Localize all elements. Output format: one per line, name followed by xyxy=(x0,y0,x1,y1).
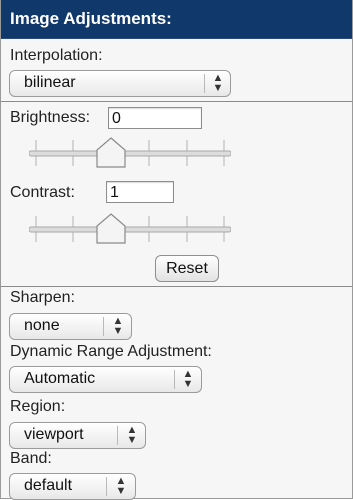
panel-header: Image Adjustments: xyxy=(1,0,352,39)
interpolation-value: bilinear xyxy=(24,74,76,91)
dynamic-range-value: Automatic xyxy=(24,370,96,387)
contrast-slider[interactable] xyxy=(29,210,231,250)
panel-title: Image Adjustments: xyxy=(10,9,172,28)
brightness-slider[interactable] xyxy=(29,134,231,174)
sharpen-value: none xyxy=(24,317,60,334)
section-divider xyxy=(1,101,352,102)
brightness-input[interactable]: 0 xyxy=(108,107,202,129)
contrast-slider-thumb[interactable] xyxy=(96,213,126,244)
sharpen-select[interactable]: none ▲ ▼ xyxy=(9,313,132,340)
up-down-arrows-icon: ▲ ▼ xyxy=(112,315,124,337)
sharpen-label: Sharpen: xyxy=(10,289,75,306)
dynamic-range-select[interactable]: Automatic ▲ ▼ xyxy=(9,366,202,393)
up-down-arrows-icon: ▲ ▼ xyxy=(182,368,194,390)
image-adjustments-panel: Image Adjustments: Interpolation: biline… xyxy=(0,0,353,500)
band-value: default xyxy=(24,477,73,494)
contrast-label: Contrast: xyxy=(10,184,75,201)
select-separator xyxy=(106,477,107,496)
up-down-arrows-icon: ▲ ▼ xyxy=(126,424,138,446)
up-down-arrows-icon: ▲ ▼ xyxy=(115,475,127,497)
region-value: viewport xyxy=(24,426,84,443)
band-select[interactable]: default ▲ ▼ xyxy=(9,473,136,500)
dynamic-range-label: Dynamic Range Adjustment: xyxy=(10,343,212,360)
brightness-slider-thumb[interactable] xyxy=(96,137,126,168)
up-down-arrows-icon: ▲ ▼ xyxy=(212,72,224,94)
brightness-label: Brightness: xyxy=(10,109,91,126)
section-divider xyxy=(1,286,352,287)
interpolation-select[interactable]: bilinear ▲ ▼ xyxy=(9,70,231,97)
region-select[interactable]: viewport ▲ ▼ xyxy=(9,422,146,449)
interpolation-label: Interpolation: xyxy=(10,47,103,64)
select-separator xyxy=(204,74,205,93)
select-separator xyxy=(174,370,175,389)
reset-button[interactable]: Reset xyxy=(155,255,219,282)
contrast-input[interactable]: 1 xyxy=(106,181,174,203)
region-label: Region: xyxy=(10,398,66,415)
select-separator xyxy=(103,317,104,336)
select-separator xyxy=(117,426,118,445)
band-label: Band: xyxy=(10,450,52,467)
